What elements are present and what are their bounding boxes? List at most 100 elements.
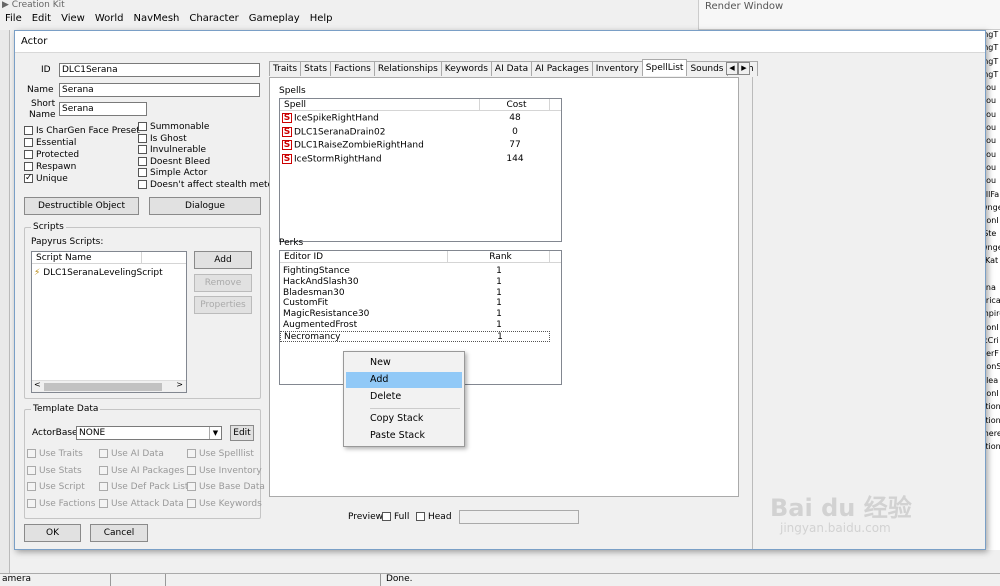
flag-checkbox[interactable]: Is Ghost <box>138 133 268 146</box>
checkbox-icon[interactable] <box>138 168 147 177</box>
list-item[interactable]: allFa <box>986 190 1000 203</box>
template-use-checkbox[interactable]: Use Def Pack List <box>99 481 188 493</box>
list-item[interactable]: ction <box>986 442 1000 455</box>
list-item[interactable]: Sou <box>986 176 1000 189</box>
dialog-titlebar[interactable]: Actor <box>15 31 985 53</box>
tab-stats[interactable]: Stats <box>300 61 332 76</box>
table-row[interactable]: Bladesman30 1 <box>280 288 550 299</box>
tab-scroll-right-icon[interactable]: ▶ <box>738 62 750 75</box>
table-row[interactable]: CustomFit 1 <box>280 298 550 309</box>
checkbox-icon[interactable] <box>99 482 108 491</box>
checkbox-icon[interactable] <box>27 498 36 508</box>
checkbox-icon[interactable] <box>24 126 33 135</box>
spells-list[interactable]: Spell Cost S IceSpikeRightHand 48 S DLC1Sera… <box>279 98 562 242</box>
table-row[interactable]: S IceSpikeRightHand 48 <box>280 113 550 124</box>
cost-column[interactable]: Cost <box>480 99 550 111</box>
table-row[interactable]: S DLC1SeranaDrain02 0 <box>280 126 550 138</box>
rank-column[interactable]: Rank <box>448 251 550 263</box>
preview-full-checkbox[interactable]: Full <box>382 511 409 523</box>
checkbox-icon[interactable] <box>24 138 33 147</box>
template-use-checkbox[interactable]: Use Stats <box>27 465 82 477</box>
scroll-thumb[interactable] <box>44 383 162 391</box>
menu-item-add[interactable]: Add <box>346 372 462 388</box>
template-use-checkbox[interactable]: Use Base Data <box>187 481 265 493</box>
dialogue-button[interactable]: Dialogue <box>149 197 261 215</box>
list-item[interactable]: tionI <box>986 389 1000 402</box>
list-item[interactable]: Sou <box>986 150 1000 163</box>
scroll-right-icon[interactable]: > <box>176 380 183 389</box>
menu-navmesh[interactable]: NavMesh <box>129 12 185 26</box>
menu-item-delete[interactable]: Delete <box>346 389 462 405</box>
list-item[interactable]: ction <box>986 416 1000 429</box>
list-item[interactable]: Sou <box>986 96 1000 109</box>
menu-world[interactable]: World <box>90 12 129 26</box>
flag-checkbox[interactable]: Unique <box>24 172 149 185</box>
ok-button[interactable]: OK <box>24 524 81 542</box>
template-use-checkbox[interactable]: Use Script <box>27 481 85 493</box>
preview-slider[interactable] <box>459 510 579 524</box>
checkbox-icon[interactable] <box>187 498 196 508</box>
checkbox-icon[interactable] <box>27 465 36 475</box>
cancel-button[interactable]: Cancel <box>90 524 148 542</box>
checkbox-icon[interactable] <box>138 145 147 154</box>
checkbox-icon[interactable] <box>138 179 147 189</box>
checkbox-icon[interactable] <box>99 465 108 475</box>
list-item[interactable]: mpire <box>986 309 1000 322</box>
list-item[interactable]: wnge <box>986 243 1000 256</box>
name-field[interactable]: Serana <box>59 83 260 97</box>
actorbase-select[interactable]: NONE ▼ <box>76 426 222 440</box>
checkbox-icon[interactable] <box>138 156 147 166</box>
menu-item-paste-stack[interactable]: Paste Stack <box>346 428 462 444</box>
list-item[interactable]: ction <box>986 402 1000 415</box>
list-item[interactable]: ana <box>986 283 1000 296</box>
list-item[interactable]: tionI <box>986 323 1000 336</box>
checkbox-icon[interactable] <box>138 122 147 131</box>
menu-help[interactable]: Help <box>305 12 338 26</box>
template-use-checkbox[interactable]: Use Attack Data <box>99 498 184 510</box>
template-use-checkbox[interactable]: Use Keywords <box>187 498 262 510</box>
flag-checkbox[interactable]: Doesn't affect stealth meter <box>138 179 277 192</box>
menu-item-copy-stack[interactable]: Copy Stack <box>346 411 462 427</box>
list-item[interactable]: Sou <box>986 123 1000 136</box>
properties-button[interactable]: Properties <box>194 296 252 314</box>
checkbox-icon[interactable] <box>27 449 36 458</box>
list-item[interactable]: _Kat <box>986 256 1000 269</box>
template-use-checkbox[interactable]: Use AI Data <box>99 448 164 460</box>
list-item[interactable]: glea <box>986 376 1000 389</box>
tab-ai-packages[interactable]: AI Packages <box>531 61 593 76</box>
list-item[interactable]: wnge <box>986 203 1000 216</box>
flag-checkbox[interactable]: Invulnerable <box>138 145 268 157</box>
menu-edit[interactable]: Edit <box>27 12 56 26</box>
tab-ai-data[interactable]: AI Data <box>490 61 533 76</box>
tab-factions[interactable]: Factions <box>330 61 375 76</box>
preview-head-checkbox[interactable]: Head <box>416 511 452 523</box>
menu-gameplay[interactable]: Gameplay <box>244 12 305 26</box>
list-item[interactable]: 'Ste <box>986 229 1000 242</box>
edit-button[interactable]: Edit <box>230 425 254 441</box>
table-row[interactable]: S IceStormRightHand 144 <box>280 153 550 165</box>
list-item[interactable]: Sou <box>986 110 1000 123</box>
tab-relationships[interactable]: Relationships <box>373 61 442 76</box>
list-item[interactable]: mere <box>986 429 1000 442</box>
checkbox-icon[interactable] <box>24 150 33 159</box>
checkbox-icon[interactable] <box>27 482 36 491</box>
menu-character[interactable]: Character <box>184 12 243 26</box>
list-item[interactable]: ingT <box>986 30 1000 43</box>
menu-view[interactable]: View <box>56 12 90 26</box>
flag-checkbox[interactable]: Protected <box>24 149 149 161</box>
remove-script-button[interactable]: Remove <box>194 274 252 292</box>
checkbox-icon[interactable] <box>24 172 33 184</box>
list-item[interactable]: erica <box>986 296 1000 309</box>
list-item[interactable]: ingT <box>986 70 1000 83</box>
checkbox-icon[interactable] <box>187 465 196 475</box>
table-row[interactable]: HackAndSlash30 1 <box>280 277 550 288</box>
menu-item-new[interactable]: New <box>346 355 462 371</box>
table-row[interactable]: Necromancy 1 <box>280 330 550 342</box>
template-use-checkbox[interactable]: Use Spelllist <box>187 448 254 460</box>
chevron-down-icon[interactable]: ▼ <box>209 427 221 439</box>
checkbox-icon[interactable] <box>382 512 391 521</box>
template-use-checkbox[interactable]: Use AI Packages <box>99 465 184 477</box>
render-window[interactable]: Render Window <box>698 0 1000 30</box>
tab-traits[interactable]: Traits <box>269 61 302 76</box>
short-name-field[interactable]: Serana <box>59 102 147 116</box>
